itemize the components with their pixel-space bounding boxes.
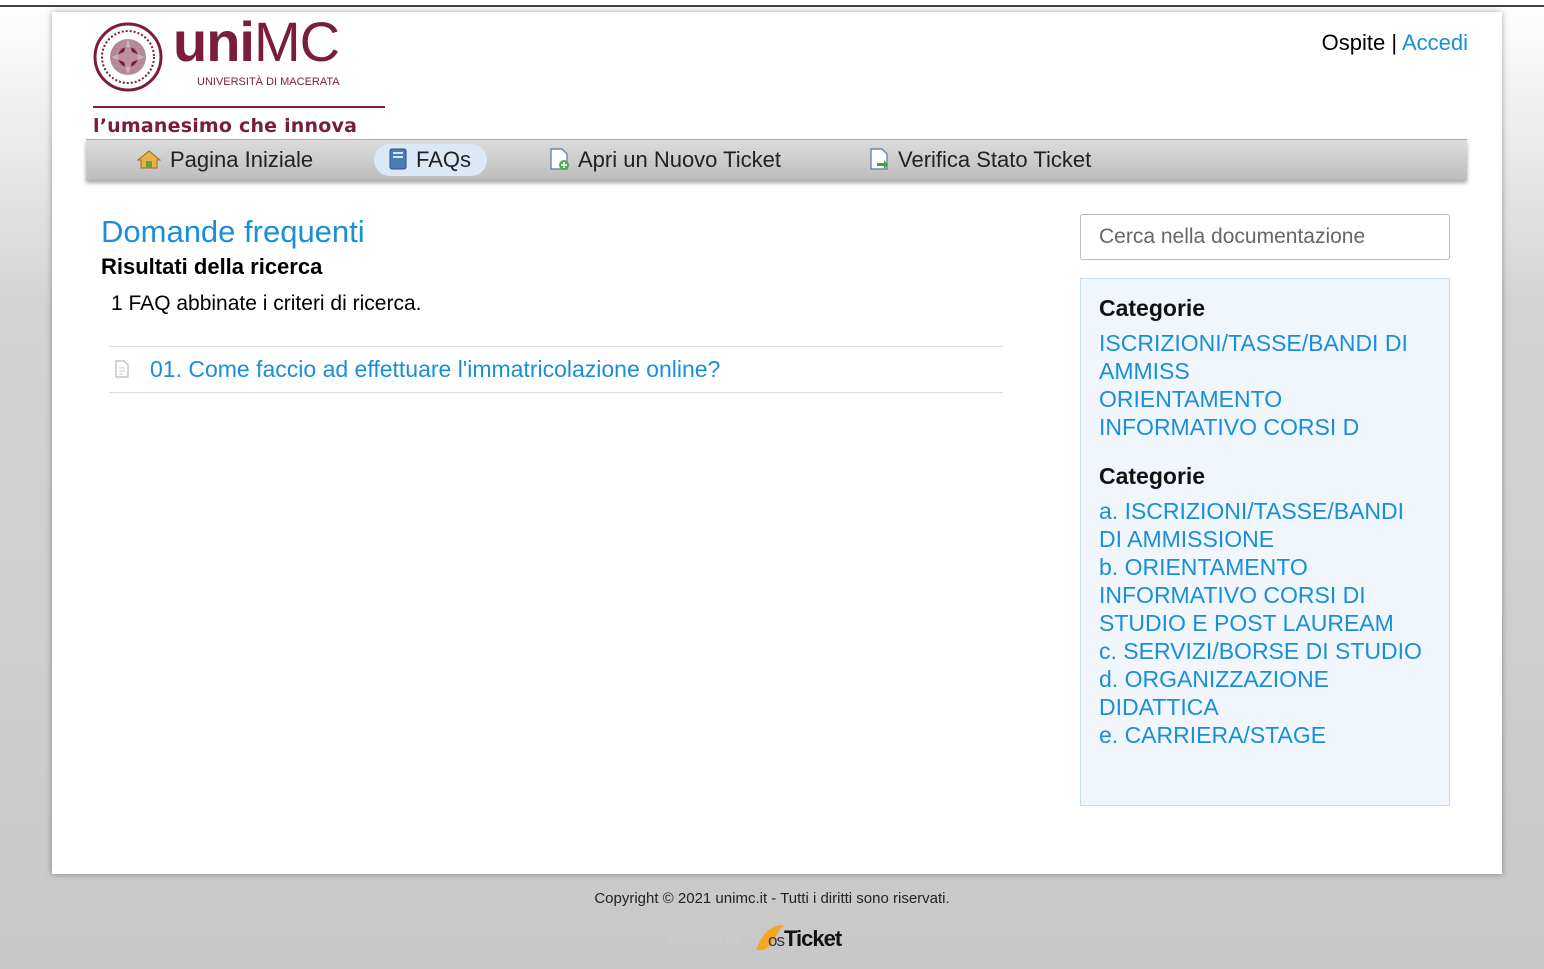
new-ticket-icon bbox=[550, 148, 569, 171]
featured-category-link[interactable]: ORIENTAMENTO INFORMATIVO CORSI D bbox=[1099, 385, 1431, 441]
unimc-logo[interactable]: uniMC UNIVERSITÀ DI MACERATA l’umanesimo… bbox=[93, 12, 393, 138]
guest-label: Ospite bbox=[1321, 30, 1386, 55]
window-top-border bbox=[0, 5, 1544, 7]
book-icon bbox=[389, 148, 407, 170]
logo-tagline: l’umanesimo che innova bbox=[93, 115, 358, 137]
logo-subtitle: UNIVERSITÀ DI MACERATA bbox=[197, 76, 340, 88]
nav-new-ticket-label: Apri un Nuovo Ticket bbox=[578, 147, 781, 172]
nav-check-status[interactable]: Verifica Stato Ticket bbox=[854, 144, 1107, 176]
category-link[interactable]: a. ISCRIZIONI/TASSE/BANDI DI AMMISSIONE bbox=[1099, 497, 1431, 553]
category-link[interactable]: b. ORIENTAMENTO INFORMATIVO CORSI DI STU… bbox=[1099, 553, 1431, 637]
footer-copyright: Copyright © 2021 unimc.it - Tutti i diri… bbox=[594, 890, 950, 907]
categories-sidebar: Categorie ISCRIZIONI/TASSE/BANDI DI AMMI… bbox=[1080, 278, 1450, 806]
logo-wordmark: uniMC bbox=[173, 10, 340, 73]
nav-home[interactable]: Pagina Iniziale bbox=[122, 144, 329, 176]
categories-heading: Categorie bbox=[1099, 463, 1206, 489]
search-input[interactable] bbox=[1080, 214, 1450, 260]
featured-category-link[interactable]: ISCRIZIONI/TASSE/BANDI DI AMMISS bbox=[1099, 329, 1431, 385]
nav-faqs-label: FAQs bbox=[416, 147, 472, 172]
nav-check-status-label: Verifica Stato Ticket bbox=[898, 147, 1092, 172]
result-count: 1 FAQ abbinate i criteri di ricerca. bbox=[111, 292, 422, 315]
faq-link[interactable]: 01. Come faccio ad effettuare l'immatric… bbox=[150, 356, 720, 382]
list-item: 01. Come faccio ad effettuare l'immatric… bbox=[109, 347, 1003, 392]
user-separator: | bbox=[1385, 30, 1402, 55]
category-link[interactable]: c. SERVIZI/BORSE DI STUDIO bbox=[1099, 637, 1431, 665]
main-navigation: Pagina Iniziale FAQs Apri un Nuovo Ticke… bbox=[86, 139, 1467, 180]
document-icon bbox=[115, 360, 129, 378]
user-box: Ospite | Accedi bbox=[1322, 30, 1468, 56]
category-link[interactable]: d. ORGANIZZAZIONE DIDATTICA bbox=[1099, 665, 1431, 721]
nav-faqs[interactable]: FAQs bbox=[374, 144, 488, 176]
home-icon bbox=[136, 150, 162, 169]
page-title: Domande frequenti bbox=[101, 214, 365, 249]
logo-divider bbox=[93, 106, 385, 108]
featured-categories-heading: Categorie bbox=[1099, 295, 1206, 321]
page-container: uniMC UNIVERSITÀ DI MACERATA l’umanesimo… bbox=[52, 12, 1502, 874]
powered-by-osticket[interactable]: powered by osTicket bbox=[668, 922, 868, 956]
faq-results-list: 01. Come faccio ad effettuare l'immatric… bbox=[109, 346, 1003, 393]
powered-by-label: powered by bbox=[668, 932, 741, 948]
osticket-logo-text: osTicket bbox=[768, 926, 842, 951]
search-results-heading: Risultati della ricerca bbox=[101, 254, 323, 279]
university-seal-icon bbox=[93, 22, 163, 92]
ticket-status-icon bbox=[870, 148, 888, 170]
nav-new-ticket[interactable]: Apri un Nuovo Ticket bbox=[534, 144, 797, 176]
login-link[interactable]: Accedi bbox=[1402, 30, 1468, 55]
category-link[interactable]: e. CARRIERA/STAGE bbox=[1099, 721, 1431, 749]
nav-home-label: Pagina Iniziale bbox=[170, 147, 314, 172]
